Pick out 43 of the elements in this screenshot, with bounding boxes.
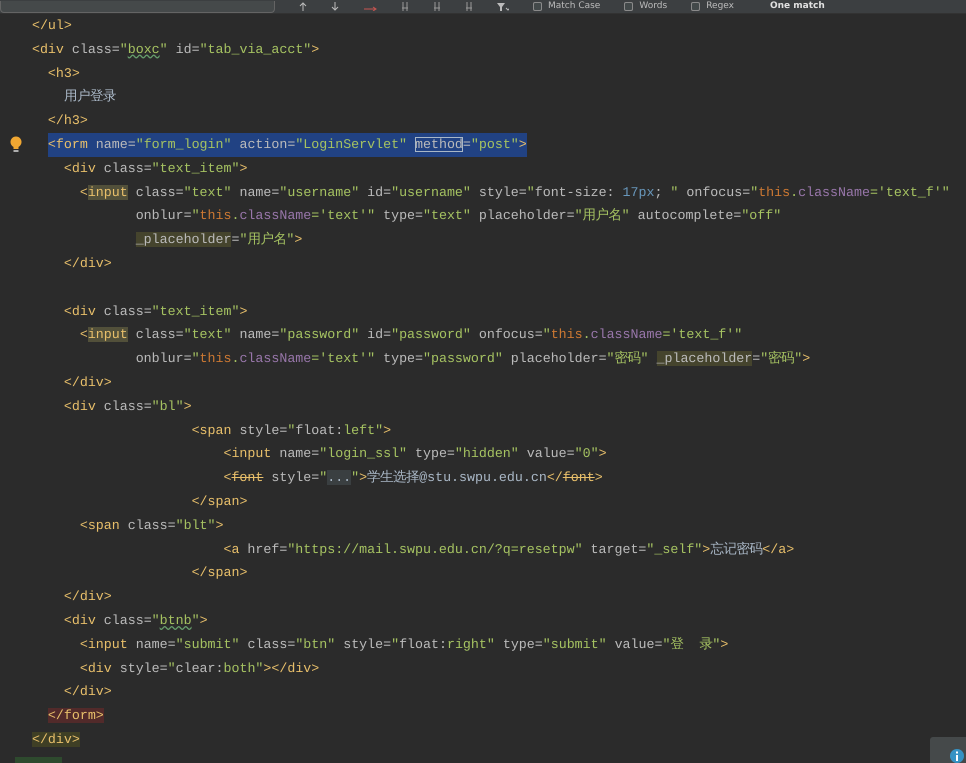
code-line: </span> — [192, 564, 248, 582]
code-line: </span> — [192, 492, 248, 511]
code-line: <div class="btnb"> — [64, 612, 208, 630]
code-line: <div class="text_item"> — [64, 302, 248, 321]
status-marker — [15, 757, 62, 763]
lightbulb-icon[interactable] — [9, 136, 23, 154]
match-count: One match — [770, 0, 825, 13]
code-line: 用户登录 — [64, 88, 116, 106]
checkbox-label[interactable]: Regex — [706, 0, 734, 13]
checkbox-label[interactable]: Match Case — [548, 0, 600, 13]
code-line: <a href="https://mail.swpu.edu.cn/?q=resetpw" target="_self">忘记密码</a> — [223, 540, 794, 559]
checkbox-label[interactable]: Words — [639, 0, 668, 13]
up-arrow-icon[interactable] — [299, 2, 307, 11]
code-line: <input class="text" name="username" id="username" style="font-size: 17px; " onfocus="this.className='text_f'" — [80, 184, 950, 202]
down-arrow-icon[interactable] — [331, 2, 339, 11]
funnel-icon[interactable] — [497, 2, 509, 11]
code-line: </div> — [64, 374, 112, 392]
code-line: </div> — [64, 588, 112, 606]
code-line: </h3> — [48, 112, 88, 130]
filter-icon[interactable] — [433, 2, 441, 11]
code-line: <h3> — [48, 64, 80, 83]
code-line: onblur="this.className='text'" type="text" placeholder="用户名" autocomplete="off" — [136, 206, 782, 226]
checkbox[interactable] — [691, 2, 700, 11]
code-line: <div style="clear:both"></div> — [80, 660, 320, 678]
checkbox[interactable] — [624, 2, 634, 11]
filter-icon[interactable] — [465, 2, 473, 11]
info-icon[interactable] — [950, 749, 964, 763]
checkbox[interactable] — [533, 2, 542, 11]
code-line: <input name="submit" class="btn" style="float:right" type="submit" value="登 录"> — [80, 636, 728, 654]
code-line: _placeholder="用户名"> — [136, 230, 302, 250]
code-line: <input class="text" name="password" id="password" onfocus="this.className='text_f'" — [80, 326, 742, 344]
code-line: <span style="float:left"> — [192, 422, 392, 440]
code-line: onblur="this.className='text'" type="password" placeholder="密码" _placeholder="密码"> — [136, 350, 810, 368]
code-line: </div> — [64, 683, 112, 702]
code-line: </div> — [64, 254, 112, 273]
code-line: <div class="boxc" id="tab_via_acct"> — [32, 40, 320, 59]
code-line: </ul> — [32, 17, 72, 35]
filter-icon[interactable] — [401, 2, 409, 11]
code-line: <input name="login_ssl" type="hidden" value="0"> — [223, 445, 607, 464]
code-line: <div class="bl"> — [64, 398, 192, 416]
code-line: <font style="...">学生选择@stu.swpu.edu.cn</font> — [223, 468, 603, 488]
code-line: <span class="blt"> — [80, 516, 224, 535]
code-line: <div class="text_item"> — [64, 160, 248, 178]
